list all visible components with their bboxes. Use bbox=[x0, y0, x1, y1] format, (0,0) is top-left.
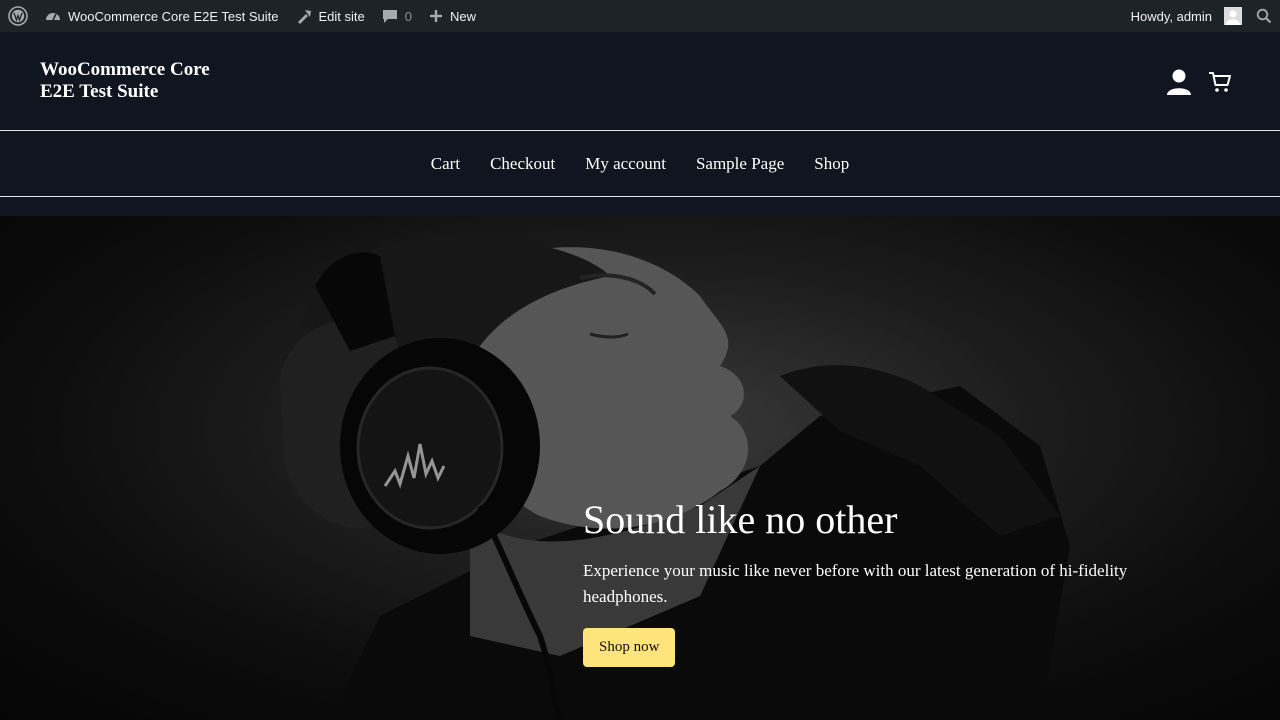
site-name-menu[interactable]: WooCommerce Core E2E Test Suite bbox=[36, 0, 287, 32]
plus-icon bbox=[428, 8, 444, 24]
site-title[interactable]: WooCommerce Core E2E Test Suite bbox=[40, 59, 240, 103]
comments-link[interactable]: 0 bbox=[373, 0, 420, 32]
nav-item-checkout[interactable]: Checkout bbox=[490, 154, 555, 174]
nav-item-sample-page[interactable]: Sample Page bbox=[696, 154, 784, 174]
nav-item-cart[interactable]: Cart bbox=[431, 154, 460, 174]
hero-description: Experience your music like never before … bbox=[583, 561, 1128, 606]
hero-heading: Sound like no other bbox=[583, 497, 898, 542]
wordpress-menu[interactable] bbox=[0, 0, 36, 32]
account-menu[interactable]: Howdy, admin bbox=[1123, 0, 1246, 32]
hero-cover: Sound like no other Experience your musi… bbox=[0, 216, 1280, 720]
comments-count: 0 bbox=[404, 8, 412, 24]
site-header: WooCommerce Core E2E Test Suite bbox=[0, 32, 1280, 130]
comment-icon bbox=[381, 7, 399, 25]
avatar bbox=[1224, 7, 1242, 25]
search-button[interactable] bbox=[1246, 0, 1280, 32]
greeting-label: Howdy, admin bbox=[1130, 8, 1212, 24]
search-icon bbox=[1256, 8, 1272, 24]
hero-content: Sound like no other Experience your musi… bbox=[583, 496, 1163, 667]
nav-item-my-account[interactable]: My account bbox=[585, 154, 666, 174]
cart-icon[interactable] bbox=[1208, 70, 1232, 94]
site-name-label: WooCommerce Core E2E Test Suite bbox=[68, 8, 279, 24]
new-label: New bbox=[449, 8, 476, 24]
nav-item-shop[interactable]: Shop bbox=[814, 154, 849, 174]
wordpress-icon bbox=[8, 6, 28, 26]
edit-site-link[interactable]: Edit site bbox=[287, 0, 373, 32]
shop-now-button[interactable]: Shop now bbox=[583, 628, 676, 667]
dashboard-icon bbox=[44, 7, 62, 25]
edit-site-icon bbox=[295, 7, 313, 25]
header-actions bbox=[1166, 68, 1232, 96]
header-spacer bbox=[0, 197, 1280, 216]
edit-site-label: Edit site bbox=[318, 8, 365, 24]
primary-navigation: Cart Checkout My account Sample Page Sho… bbox=[0, 131, 1280, 196]
new-content-menu[interactable]: New bbox=[420, 0, 484, 32]
admin-bar: WooCommerce Core E2E Test Suite Edit sit… bbox=[0, 0, 1280, 32]
account-icon[interactable] bbox=[1166, 68, 1192, 96]
